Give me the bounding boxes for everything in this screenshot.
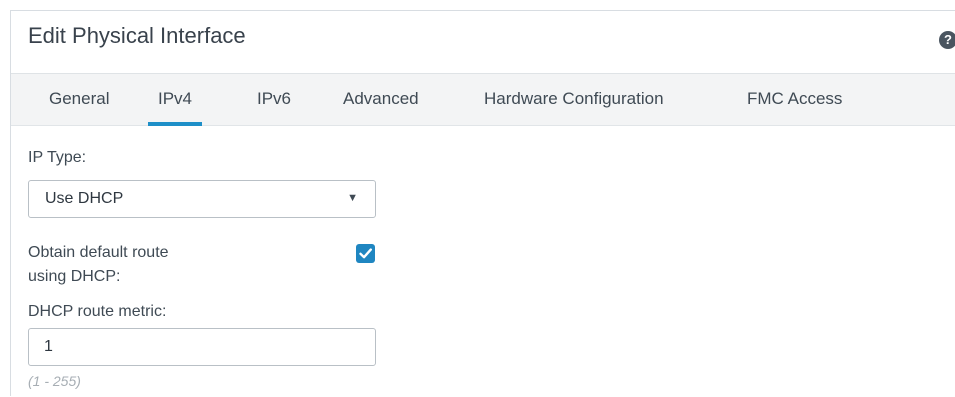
- tab-bar: General IPv4 IPv6 Advanced Hardware Conf…: [11, 73, 955, 126]
- tab-general[interactable]: General: [49, 74, 109, 126]
- dialog-header: Edit Physical Interface ?: [11, 11, 955, 72]
- default-route-label-line2: using DHCP:: [28, 268, 121, 285]
- checkmark-icon: [359, 248, 372, 259]
- route-metric-range-hint: (1 - 255): [28, 373, 81, 389]
- tab-ipv4[interactable]: IPv4: [147, 74, 203, 126]
- caret-down-icon: ▼: [347, 192, 358, 204]
- route-metric-input[interactable]: [28, 328, 376, 366]
- route-metric-label: DHCP route metric:: [28, 303, 167, 320]
- obtain-default-route-checkbox[interactable]: [356, 244, 375, 263]
- ip-type-selected-value: Use DHCP: [45, 190, 124, 207]
- ip-type-label: IP Type:: [28, 149, 87, 166]
- dialog-title: Edit Physical Interface: [28, 23, 246, 48]
- tab-advanced[interactable]: Advanced: [343, 74, 419, 126]
- tab-hardware-configuration[interactable]: Hardware Configuration: [484, 74, 664, 126]
- ip-type-select[interactable]: Use DHCP ▼: [28, 180, 376, 218]
- edit-interface-dialog: Edit Physical Interface ? General IPv4 I…: [10, 10, 955, 396]
- tab-ipv6[interactable]: IPv6: [257, 74, 291, 126]
- default-route-label-line1: Obtain default route: [28, 244, 169, 261]
- tab-fmc-access[interactable]: FMC Access: [747, 74, 842, 126]
- ipv4-form: IP Type: Use DHCP ▼ Obtain default route…: [11, 127, 955, 397]
- help-icon[interactable]: ?: [939, 31, 955, 49]
